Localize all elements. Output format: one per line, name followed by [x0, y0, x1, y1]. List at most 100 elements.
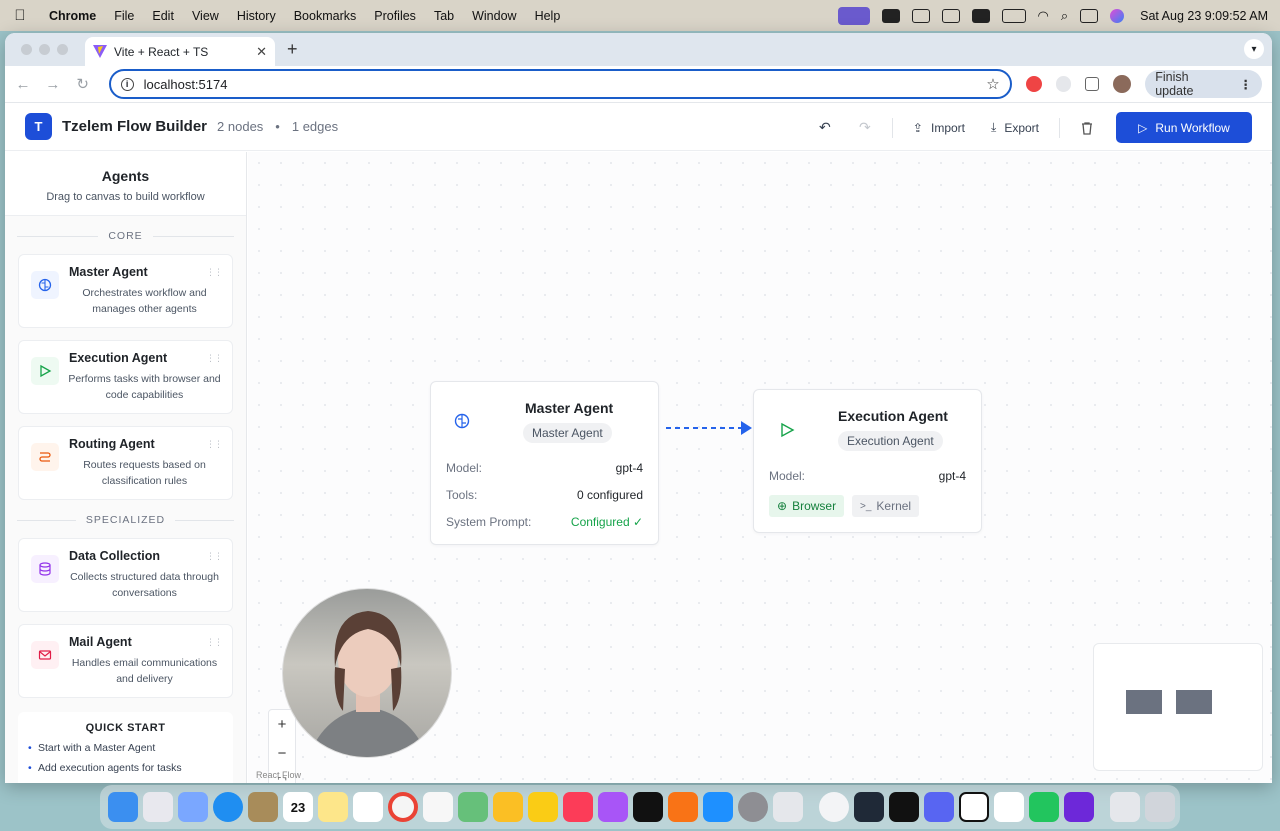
agent-card-mail[interactable]: Mail Agent Handles email communications …	[18, 624, 233, 698]
forward-arrow-icon[interactable]: →	[45, 76, 61, 93]
extension-red-icon[interactable]	[1025, 76, 1042, 92]
apple-menu-icon[interactable]: 	[0, 7, 40, 24]
react-flow-attribution[interactable]: React Flow	[256, 770, 301, 780]
menu-edit[interactable]: Edit	[143, 9, 183, 23]
agent-card-name: Routing Agent	[69, 437, 155, 451]
zoom-window-button[interactable]	[57, 44, 68, 55]
menu-clock[interactable]: Sat Aug 23 9:09:52 AM	[1140, 9, 1268, 23]
pencil-app-icon[interactable]	[528, 792, 558, 822]
reminders-icon[interactable]	[423, 792, 453, 822]
finish-update-button[interactable]: Finish update ⋮	[1145, 70, 1262, 98]
siri-icon[interactable]	[1110, 8, 1125, 23]
music-icon[interactable]	[563, 792, 593, 822]
battery-icon[interactable]	[1001, 8, 1026, 23]
url-input[interactable]: i localhost:5174 ☆	[108, 69, 1012, 99]
drag-handle-icon[interactable]: ⋮⋮	[206, 637, 223, 648]
browser-tab-active[interactable]: Vite + React + TS ✕	[85, 37, 275, 66]
chrome-icon[interactable]	[388, 792, 418, 822]
agent-card-routing[interactable]: Routing Agent Routes requests based on c…	[18, 426, 233, 500]
minimize-window-button[interactable]	[39, 44, 50, 55]
app-store-icon[interactable]	[703, 792, 733, 822]
tab-close-icon[interactable]: ✕	[256, 44, 267, 60]
cursor-app-icon[interactable]	[819, 792, 849, 822]
extension-cloud-icon[interactable]	[1055, 76, 1072, 92]
redo-button[interactable]: ↷	[848, 113, 882, 143]
run-workflow-button[interactable]: ▷ Run Workflow	[1116, 112, 1252, 143]
menu-window[interactable]: Window	[463, 9, 525, 23]
node-master-agent[interactable]: Master Agent Master Agent Model: gpt-4 T…	[430, 381, 659, 545]
agent-card-execution[interactable]: Execution Agent Performs tasks with brow…	[18, 340, 233, 414]
github-desktop-icon[interactable]	[1064, 792, 1094, 822]
contacts-icon[interactable]	[248, 792, 278, 822]
agent-card-master[interactable]: Master Agent Orchestrates workflow and m…	[18, 254, 233, 328]
downloads-stack-icon[interactable]	[1110, 792, 1140, 822]
font-status-icon[interactable]	[971, 8, 990, 23]
import-button[interactable]: ⇪ Import	[903, 113, 975, 143]
menu-app-name[interactable]: Chrome	[40, 9, 105, 23]
messages-icon[interactable]	[1029, 792, 1059, 822]
reload-icon[interactable]: ↻	[75, 75, 91, 93]
system-settings-icon[interactable]	[738, 792, 768, 822]
zoom-in-button[interactable]: +	[269, 710, 295, 739]
wifi-icon[interactable]: ◠	[1038, 8, 1049, 24]
control-center-icon[interactable]	[1080, 8, 1099, 23]
trash-icon	[1082, 121, 1092, 135]
minus-icon: −	[277, 745, 287, 762]
apps-grid-icon[interactable]	[178, 792, 208, 822]
menu-tab[interactable]: Tab	[425, 9, 463, 23]
script-editor-icon[interactable]	[773, 792, 803, 822]
extensions-puzzle-icon[interactable]	[1085, 77, 1100, 91]
status-app-icon[interactable]	[881, 8, 900, 23]
podcasts-icon[interactable]	[598, 792, 628, 822]
drag-handle-icon[interactable]: ⋮⋮	[206, 551, 223, 562]
dev-app-icon[interactable]	[854, 792, 884, 822]
menu-history[interactable]: History	[228, 9, 285, 23]
freeform-icon[interactable]	[353, 792, 383, 822]
photos-icon[interactable]	[493, 792, 523, 822]
node-execution-agent[interactable]: Execution Agent Execution Agent Model: g…	[753, 389, 982, 533]
finder-icon[interactable]	[108, 792, 138, 822]
field-value: 0 configured	[576, 488, 643, 502]
launchpad-icon[interactable]	[143, 792, 173, 822]
close-window-button[interactable]	[21, 44, 32, 55]
slack-icon[interactable]	[994, 792, 1024, 822]
notes-icon[interactable]	[318, 792, 348, 822]
drag-handle-icon[interactable]: ⋮⋮	[206, 353, 223, 364]
delete-button[interactable]	[1070, 113, 1104, 143]
tab-bar: Vite + React + TS ✕ + ▾	[5, 33, 1272, 66]
trash-icon[interactable]	[1145, 792, 1175, 822]
maps-icon[interactable]	[458, 792, 488, 822]
agent-card-data-collection[interactable]: Data Collection Collects structured data…	[18, 538, 233, 612]
notion-status-icon[interactable]	[911, 8, 930, 23]
menu-help[interactable]: Help	[526, 9, 570, 23]
back-arrow-icon[interactable]: ←	[15, 76, 31, 93]
profile-avatar[interactable]	[1113, 75, 1132, 93]
quick-start-title: QUICK START	[85, 722, 166, 734]
menu-view[interactable]: View	[183, 9, 228, 23]
discord-icon[interactable]	[924, 792, 954, 822]
notion-icon[interactable]	[959, 792, 989, 822]
apple-tv-icon[interactable]	[633, 792, 663, 822]
site-info-icon[interactable]: i	[120, 77, 134, 91]
menu-profiles[interactable]: Profiles	[365, 9, 425, 23]
more-menu-icon[interactable]: ⋮	[1240, 77, 1253, 92]
zoom-out-button[interactable]: −	[269, 739, 295, 768]
terminal-icon[interactable]	[889, 792, 919, 822]
new-tab-button[interactable]: +	[287, 39, 298, 60]
drag-handle-icon[interactable]: ⋮⋮	[206, 439, 223, 450]
minimap[interactable]	[1093, 643, 1263, 771]
edge-master-to-execution[interactable]	[666, 418, 756, 438]
drag-handle-icon[interactable]: ⋮⋮	[206, 267, 223, 278]
menu-bookmarks[interactable]: Bookmarks	[285, 9, 366, 23]
screen-share-icon[interactable]	[837, 6, 870, 25]
spotlight-search-icon[interactable]: ⌕	[1061, 8, 1068, 24]
books-icon[interactable]	[668, 792, 698, 822]
tab-search-chevron-icon[interactable]: ▾	[1244, 39, 1264, 59]
export-button[interactable]: ⤓ Export	[981, 113, 1049, 143]
window-status-icon[interactable]	[941, 8, 960, 23]
safari-icon[interactable]	[213, 792, 243, 822]
menu-file[interactable]: File	[105, 9, 143, 23]
undo-button[interactable]: ↶	[808, 113, 842, 143]
bookmark-star-icon[interactable]: ☆	[986, 75, 999, 93]
calendar-icon[interactable]: 23	[283, 792, 313, 822]
